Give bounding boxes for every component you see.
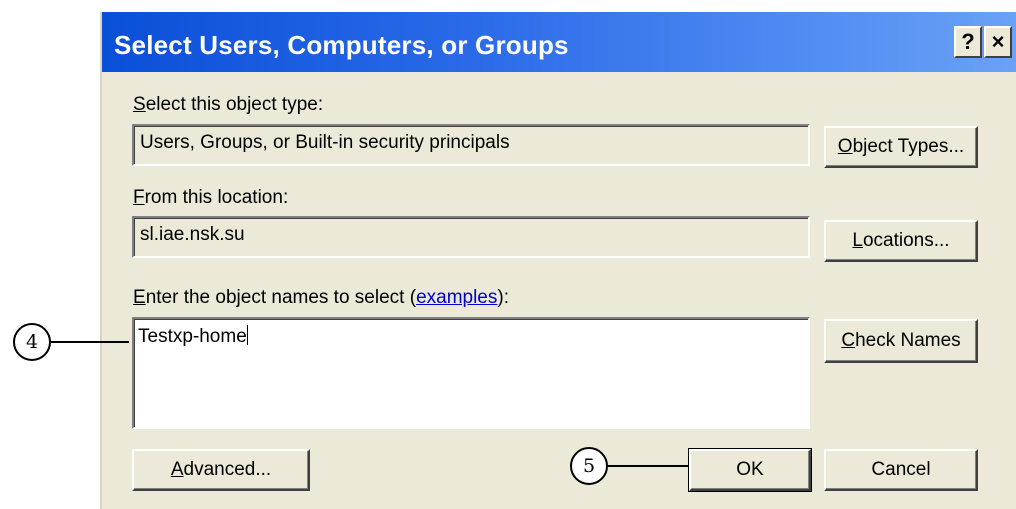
check-names-button[interactable]: Check Names [824,319,978,363]
object-type-label: Select this object type: [133,94,324,115]
callout-4-leader [51,341,129,343]
locations-button[interactable]: Locations... [824,220,978,262]
ok-button[interactable]: OK [688,448,812,492]
object-names-label: Enter the object names to select (exampl… [133,287,509,308]
help-button[interactable]: ? [954,26,982,58]
advanced-button[interactable]: Advanced... [132,449,310,491]
location-label: From this location: [133,187,289,208]
close-button[interactable]: × [984,26,1012,58]
callout-step-5: 5 [570,447,608,485]
object-types-button[interactable]: Object Types... [824,126,978,168]
examples-link[interactable]: examples [416,287,497,308]
location-field: sl.iae.nsk.su [132,216,810,258]
text-caret [246,325,248,345]
object-type-field: Users, Groups, or Built-in security prin… [132,124,810,166]
dialog-title: Select Users, Computers, or Groups [114,30,569,60]
callout-step-4: 4 [13,323,51,361]
select-users-dialog: Select Users, Computers, or Groups ? × S… [100,12,1016,509]
cancel-button[interactable]: Cancel [824,449,978,491]
title-bar[interactable]: Select Users, Computers, or Groups ? × [102,12,1016,72]
object-names-input[interactable]: Testxp-home [132,317,810,429]
callout-5-leader [608,465,688,467]
